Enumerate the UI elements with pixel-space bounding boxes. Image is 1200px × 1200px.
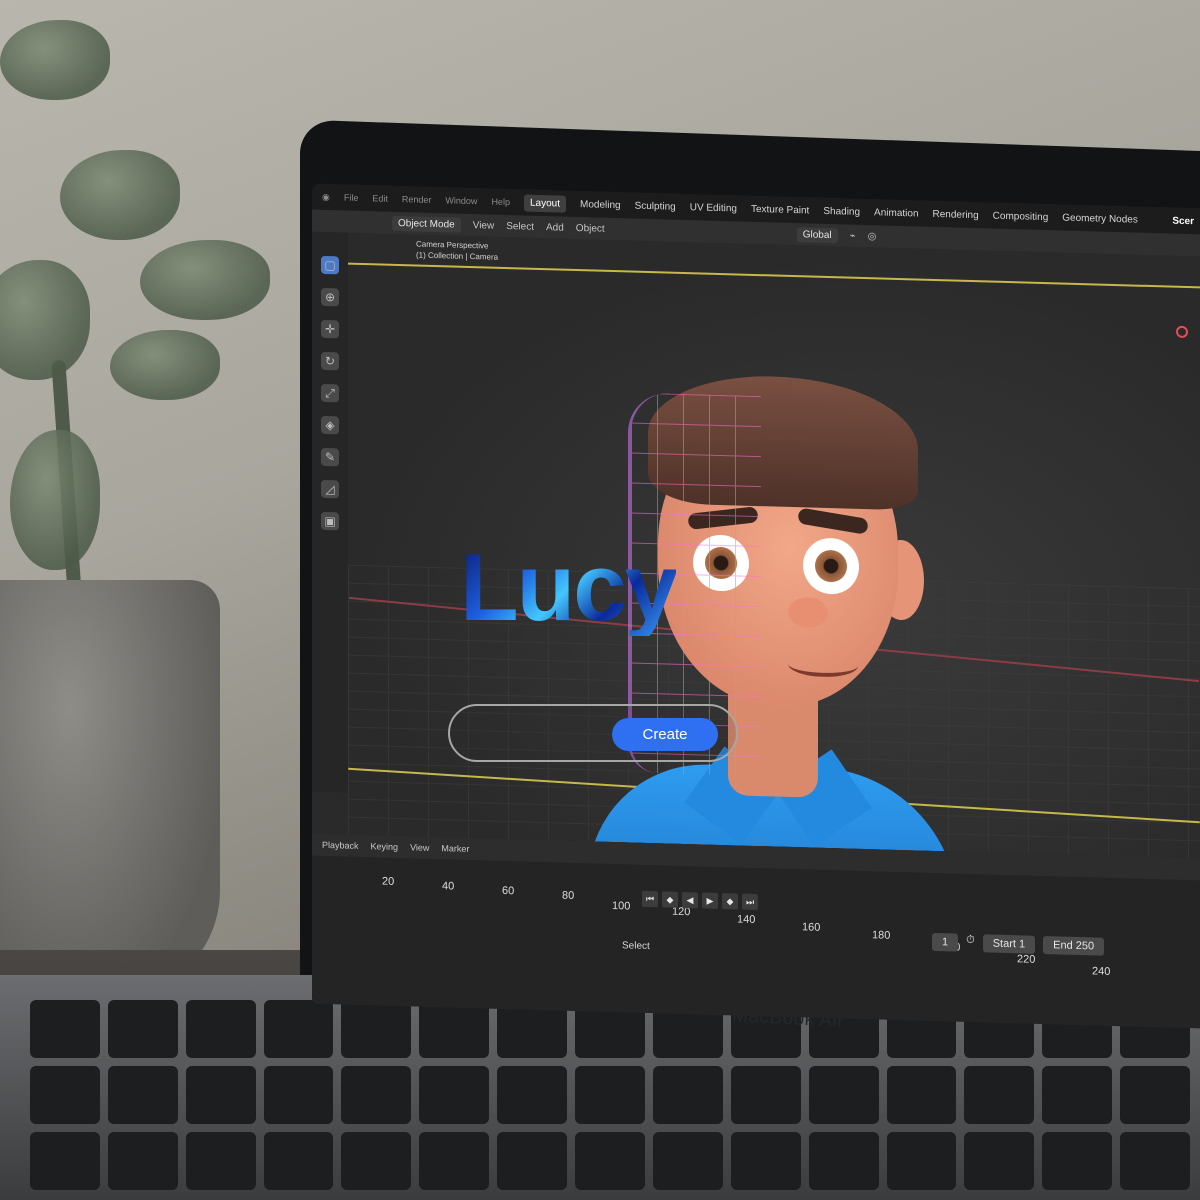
eye <box>803 537 859 595</box>
menu-add[interactable]: Add <box>546 222 564 233</box>
stopwatch-icon[interactable]: ⏱ <box>966 934 975 952</box>
eyebrow <box>797 507 869 535</box>
menu-marker[interactable]: Marker <box>441 843 469 854</box>
add-cube-tool-icon[interactable]: ▣ <box>321 511 339 531</box>
playback-controls: ⏮ ◆ ◀ ▶ ◆ ⏭ <box>642 890 758 911</box>
menu-render[interactable]: Render <box>402 194 432 205</box>
start-frame-field[interactable]: Start 1 <box>982 934 1036 954</box>
start-value: 1 <box>1019 938 1026 951</box>
menu-edit[interactable]: Edit <box>372 193 388 203</box>
plant-leaf <box>0 260 90 380</box>
plant-leaf <box>140 240 270 320</box>
rotate-tool-icon[interactable]: ↻ <box>321 351 339 371</box>
frame-tick: 220 <box>1017 953 1036 966</box>
menu-object[interactable]: Object <box>576 222 605 234</box>
tab-rendering[interactable]: Rendering <box>933 208 979 220</box>
frame-tick: 160 <box>802 921 821 934</box>
next-key-icon[interactable]: ◆ <box>722 893 738 910</box>
frame-tick: 80 <box>562 889 575 902</box>
background-photo: MacBook Air ◉ File Edit Render Window He… <box>0 0 1200 1200</box>
frame-tick: 140 <box>737 913 756 926</box>
menu-help[interactable]: Help <box>491 197 510 208</box>
menu-keying[interactable]: Keying <box>371 841 399 852</box>
proportional-edit-icon[interactable]: ◎ <box>868 231 877 242</box>
scene-selector[interactable]: Scer <box>1172 215 1200 227</box>
plant-leaf <box>10 430 100 570</box>
current-frame-field[interactable]: 1 <box>932 932 959 952</box>
frame-ruler[interactable]: 20 40 60 80 100 120 140 160 180 200 220 … <box>372 875 1192 988</box>
menu-playback[interactable]: Playback <box>322 840 359 851</box>
tool-shelf: ▢ ⊕ ✛ ↻ ⤢ ◈ ✎ ◿ ▣ <box>312 231 348 793</box>
nose <box>788 596 828 629</box>
mouth <box>788 651 858 678</box>
plant-leaf <box>0 20 110 100</box>
tab-animation[interactable]: Animation <box>874 207 918 219</box>
viewport-collection: (1) Collection | Camera <box>416 250 499 262</box>
record-icon[interactable] <box>1176 325 1188 339</box>
tab-sculpting[interactable]: Sculpting <box>635 200 676 212</box>
lucy-logo: Lucy <box>460 534 678 641</box>
frame-tick: 100 <box>612 899 631 913</box>
plant-leaf <box>110 330 220 400</box>
tab-texture-paint[interactable]: Texture Paint <box>751 203 809 216</box>
menu-view[interactable]: View <box>473 220 495 232</box>
camera-frame-top <box>348 262 1200 289</box>
tab-modeling[interactable]: Modeling <box>580 199 621 211</box>
frame-tick: 40 <box>442 880 455 893</box>
end-label: End <box>1053 939 1073 952</box>
transform-orientation-dropdown[interactable]: Global <box>796 226 838 243</box>
menu-timeline-view[interactable]: View <box>410 842 429 853</box>
move-tool-icon[interactable]: ✛ <box>321 319 339 339</box>
play-icon[interactable]: ▶ <box>702 892 718 909</box>
transform-tool-icon[interactable]: ◈ <box>321 415 339 435</box>
mode-selector[interactable]: Object Mode <box>392 215 461 233</box>
timeline-panel: Playback Keying View Marker 20 40 60 80 … <box>312 833 1200 1029</box>
prev-key-icon[interactable]: ◆ <box>662 891 678 908</box>
play-reverse-icon[interactable]: ◀ <box>682 891 698 909</box>
tab-compositing[interactable]: Compositing <box>993 210 1049 223</box>
frame-tick: 180 <box>872 929 891 942</box>
tab-geometry-nodes[interactable]: Geometry Nodes <box>1062 212 1138 225</box>
cursor-tool-icon[interactable]: ⊕ <box>321 287 339 307</box>
end-frame-field[interactable]: End 250 <box>1043 936 1105 956</box>
blender-logo-icon[interactable]: ◉ <box>322 191 330 202</box>
plant-leaf <box>60 150 180 240</box>
viewport-info: Camera Perspective (1) Collection | Came… <box>416 239 498 263</box>
select-tool-icon[interactable]: ▢ <box>321 255 339 275</box>
prompt-input[interactable] <box>470 718 614 750</box>
create-button[interactable]: Create <box>612 718 718 751</box>
menu-window[interactable]: Window <box>445 195 477 206</box>
annotate-tool-icon[interactable]: ✎ <box>321 447 339 467</box>
start-label: Start <box>992 937 1016 951</box>
status-select: Select <box>622 940 650 953</box>
tab-shading[interactable]: Shading <box>823 205 860 217</box>
blender-screen: ◉ File Edit Render Window Help Layout Mo… <box>312 183 1200 1029</box>
tab-layout[interactable]: Layout <box>523 194 566 213</box>
scale-tool-icon[interactable]: ⤢ <box>321 383 339 403</box>
frame-tick: 60 <box>502 884 515 898</box>
frame-tick: 20 <box>382 875 395 888</box>
plant-pot <box>0 580 220 1000</box>
end-value: 250 <box>1075 939 1095 953</box>
jump-end-icon[interactable]: ⏭ <box>742 893 758 911</box>
frame-tick: 240 <box>1092 965 1111 978</box>
measure-tool-icon[interactable]: ◿ <box>321 479 339 499</box>
menu-select[interactable]: Select <box>506 221 534 233</box>
menu-file[interactable]: File <box>344 192 359 202</box>
snap-icon[interactable]: ⌁ <box>850 230 856 241</box>
jump-start-icon[interactable]: ⏮ <box>642 890 658 908</box>
tab-uv-editing[interactable]: UV Editing <box>690 202 737 214</box>
